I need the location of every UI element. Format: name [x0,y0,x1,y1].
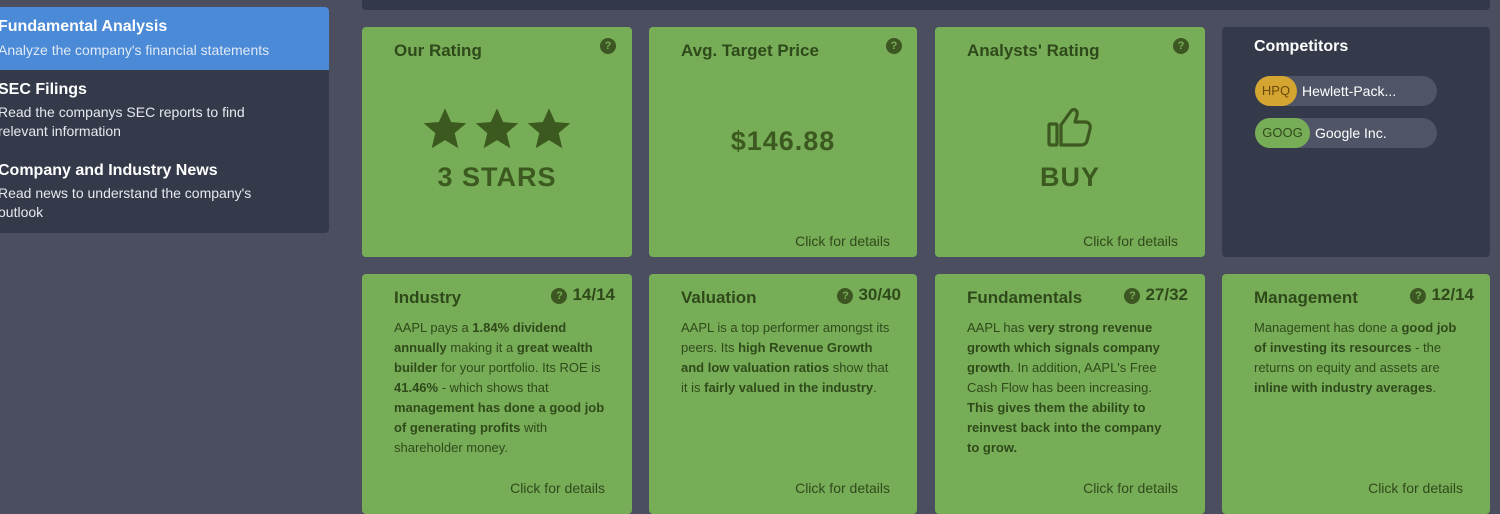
help-icon[interactable]: ? [1173,38,1189,54]
top-panel [362,0,1490,10]
details-link[interactable]: Click for details [1368,480,1463,496]
help-icon[interactable]: ? [886,38,902,54]
competitor-hpq[interactable]: HPQ Hewlett-Pack... [1255,76,1437,106]
fundamentals-description: AAPL has very strong revenue growth whic… [967,318,1177,458]
industry-score: ? 14/14 [551,285,615,305]
industry-card[interactable]: Industry ? 14/14 AAPL pays a 1.84% divide… [362,274,632,514]
text-segment: fairly valued in the industry [704,380,874,395]
competitors-title: Competitors [1254,38,1349,55]
ticker-badge: GOOG [1255,118,1310,148]
text-segment: making it a [446,340,517,355]
target-price-card[interactable]: Avg. Target Price ? $146.88 Click for de… [649,27,917,257]
text-segment: - which shows that [438,380,549,395]
star-rating [362,108,632,154]
sidebar-item-desc: Read the companys SEC reports to find re… [0,104,245,139]
industry-description: AAPL pays a 1.84% dividend annually maki… [394,318,609,458]
card-title: Management [1254,288,1358,307]
card-title: Our Rating [394,41,482,60]
sidebar-item-title: SEC Filings [0,81,87,98]
text-segment: 41.46% [394,380,439,395]
management-card[interactable]: Management ? 12/14 Management has done a … [1222,274,1490,514]
rating-label: 3 STARS [437,162,557,192]
card-title: Industry [394,288,462,307]
ticker-badge: HPQ [1255,76,1297,106]
details-link[interactable]: Click for details [510,480,605,496]
details-link[interactable]: Click for details [1083,480,1178,496]
management-score: ? 12/14 [1410,285,1474,305]
text-segment: . [1432,380,1437,395]
star-icon [475,108,519,149]
score-value: 12/14 [1431,285,1474,304]
help-icon[interactable]: ? [1124,288,1141,304]
score-value: 27/32 [1145,285,1188,304]
text-segment: . [873,380,877,395]
text-segment: This gives them the ability to reinvest … [967,400,1162,455]
star-icon [423,108,467,149]
fundamentals-score: ? 27/32 [1124,285,1188,305]
thumbs-up-icon [1047,108,1092,147]
competitor-goog[interactable]: GOOG Google Inc. [1255,118,1437,148]
details-link[interactable]: Click for details [795,233,890,249]
sidebar-item-title: Fundamental Analysis [0,18,168,35]
card-title: Valuation [681,288,757,307]
sidebar-item-fundamental-analysis[interactable]: Fundamental Analysis Analyze the company… [0,7,329,70]
sidebar-item-desc: Read news to understand the company's ou… [0,185,252,220]
management-description: Management has done a good job of invest… [1254,318,1464,398]
valuation-description: AAPL is a top performer amongst its peer… [681,318,891,398]
card-title: Analysts' Rating [967,41,1100,60]
sidebar-item-title: Company and Industry News [0,162,218,179]
details-link[interactable]: Click for details [795,480,890,496]
text-segment: AAPL pays a [394,320,473,335]
help-icon[interactable]: ? [551,288,568,304]
score-value: 14/14 [572,285,615,304]
sidebar: Fundamental Analysis Analyze the company… [0,7,329,233]
our-rating-card[interactable]: Our Rating ? 3 STARS [362,27,632,257]
text-segment: Management has done a [1254,320,1402,335]
text-segment: management has done a good job of genera… [394,400,605,435]
text-segment: for your portfolio. Its ROE is [437,360,601,375]
competitor-name: Google Inc. [1315,125,1387,141]
score-value: 30/40 [858,285,901,304]
details-link[interactable]: Click for details [1083,233,1178,249]
text-segment: AAPL has [967,320,1028,335]
help-icon[interactable]: ? [837,288,854,304]
analysts-rating-card[interactable]: Analysts' Rating ? BUY Click for details [935,27,1205,257]
help-icon[interactable]: ? [600,38,616,54]
card-title: Avg. Target Price [681,41,819,60]
help-icon[interactable]: ? [1410,288,1427,304]
card-title: Fundamentals [967,288,1083,307]
valuation-score: ? 30/40 [837,285,901,305]
sidebar-item-desc: Analyze the company's financial statemen… [0,42,270,58]
competitor-name: Hewlett-Pack... [1302,83,1397,99]
analyst-rating-value: BUY [1039,162,1100,192]
competitors-card: Competitors HPQ Hewlett-Pack... GOOG Goo… [1222,27,1490,257]
target-price-value: $146.88 [730,126,836,156]
valuation-card[interactable]: Valuation ? 30/40 AAPL is a top performer… [649,274,917,514]
star-icon [527,108,571,149]
fundamentals-card[interactable]: Fundamentals ? 27/32 AAPL has very strong… [935,274,1205,514]
text-segment: inline with industry averages [1254,380,1433,395]
sidebar-item-sec-filings[interactable]: SEC Filings Read the companys SEC report… [0,70,329,152]
sidebar-item-company-news[interactable]: Company and Industry News Read news to u… [0,152,329,233]
